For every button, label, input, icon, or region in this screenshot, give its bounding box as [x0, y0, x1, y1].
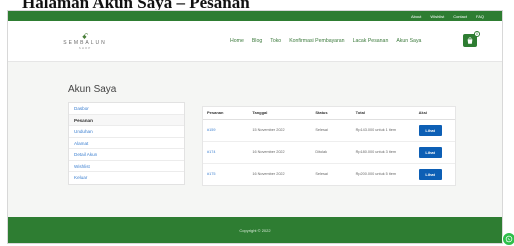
- site-footer: Copyright © 2022: [8, 217, 502, 243]
- sidebar-item-keluar[interactable]: Keluar: [69, 172, 184, 184]
- order-status: Ditolak: [311, 141, 352, 164]
- main-nav: Home Blog Toko Konfirmasi Pembayaran Lac…: [230, 38, 421, 44]
- order-total: Rp200.000 untuk 5 item: [355, 172, 396, 177]
- top-bar: About Wishlist Contact FAQ: [8, 11, 502, 21]
- account-sidebar: Dasbor Pesanan Unduhan Alamat Detail Aku…: [68, 102, 185, 185]
- nav-item-akun-saya[interactable]: Akun Saya: [396, 38, 421, 44]
- sidebar-item-unduhan[interactable]: Unduhan: [69, 126, 184, 138]
- order-date: 16 November 2022: [252, 172, 285, 177]
- topbar-link-wishlist[interactable]: Wishlist: [430, 14, 444, 19]
- view-order-button[interactable]: Lihat: [418, 124, 442, 136]
- topbar-link-faq[interactable]: FAQ: [476, 14, 484, 19]
- cart-button[interactable]: 0: [463, 31, 480, 47]
- nav-item-blog[interactable]: Blog: [252, 38, 262, 44]
- column-header-aksi: Aksi: [414, 107, 455, 120]
- topbar-link-contact[interactable]: Contact: [453, 14, 467, 19]
- sidebar-item-wishlist[interactable]: Wishlist: [69, 161, 184, 172]
- logo-mark-icon: ꗃ: [81, 32, 89, 41]
- column-header-status: Status: [311, 107, 352, 120]
- orders-table: Pesanan Tanggal Status Total Aksi #159 1…: [202, 106, 456, 186]
- order-number-link[interactable]: #174: [203, 141, 249, 164]
- order-total: Rp180.000 untuk 3 item: [351, 141, 415, 164]
- table-row: #159 15 November 2022 Selesai Rp143.000 …: [203, 119, 455, 142]
- footer-copyright: Copyright © 2022: [239, 227, 271, 233]
- order-number-link[interactable]: #175: [203, 163, 248, 185]
- cart-icon: [467, 36, 473, 44]
- view-order-button[interactable]: Lihat: [418, 146, 442, 158]
- whatsapp-icon: [505, 235, 513, 243]
- order-date: 15 November 2022: [248, 119, 312, 142]
- logo-tagline: SHOP: [78, 46, 92, 50]
- site-header: ꗃ SEMBALUN SHOP Home Blog Toko Konfirmas…: [8, 21, 502, 62]
- cart-count-badge: 0: [474, 31, 480, 37]
- nav-item-lacak-pesanan[interactable]: Lacak Pesanan: [353, 38, 389, 44]
- browser-frame: About Wishlist Contact FAQ ꗃ SEMBALUN SH…: [7, 10, 503, 244]
- table-row: #174 16 November 2022 Ditolak Rp180.000 …: [203, 141, 455, 164]
- sidebar-item-alamat[interactable]: Alamat: [69, 138, 184, 149]
- sidebar-item-dasbor[interactable]: Dasbor: [69, 103, 184, 115]
- order-action-cell: Lihat: [415, 163, 455, 185]
- column-header-pesanan: Pesanan: [203, 107, 249, 120]
- order-action-cell: Lihat: [414, 141, 455, 164]
- order-status: Selesai: [311, 119, 352, 142]
- account-title: Akun Saya: [68, 84, 117, 95]
- whatsapp-button[interactable]: [502, 232, 514, 246]
- view-order-button[interactable]: Lihat: [418, 168, 442, 180]
- order-total: Rp143.000 untuk 1 item: [351, 119, 415, 142]
- table-row: #175 16 November 2022 Selesai Rp200.000 …: [203, 163, 455, 185]
- sidebar-item-detail-akun[interactable]: Detail Akun: [69, 149, 184, 161]
- site-logo[interactable]: ꗃ SEMBALUN SHOP: [58, 33, 112, 50]
- nav-item-home[interactable]: Home: [230, 38, 244, 44]
- order-action-cell: Lihat: [414, 119, 455, 142]
- order-status: Selesai: [315, 172, 328, 177]
- topbar-link-about[interactable]: About: [411, 14, 421, 19]
- column-header-total: Total: [351, 107, 415, 120]
- order-date: 16 November 2022: [248, 141, 312, 164]
- nav-item-toko[interactable]: Toko: [270, 38, 281, 44]
- table-header-row: Pesanan Tanggal Status Total Aksi: [203, 107, 455, 120]
- order-number-link[interactable]: #159: [203, 119, 249, 142]
- column-header-tanggal: Tanggal: [248, 107, 312, 120]
- nav-item-konfirmasi-pembayaran[interactable]: Konfirmasi Pembayaran: [289, 38, 344, 44]
- sidebar-item-pesanan[interactable]: Pesanan: [69, 114, 184, 126]
